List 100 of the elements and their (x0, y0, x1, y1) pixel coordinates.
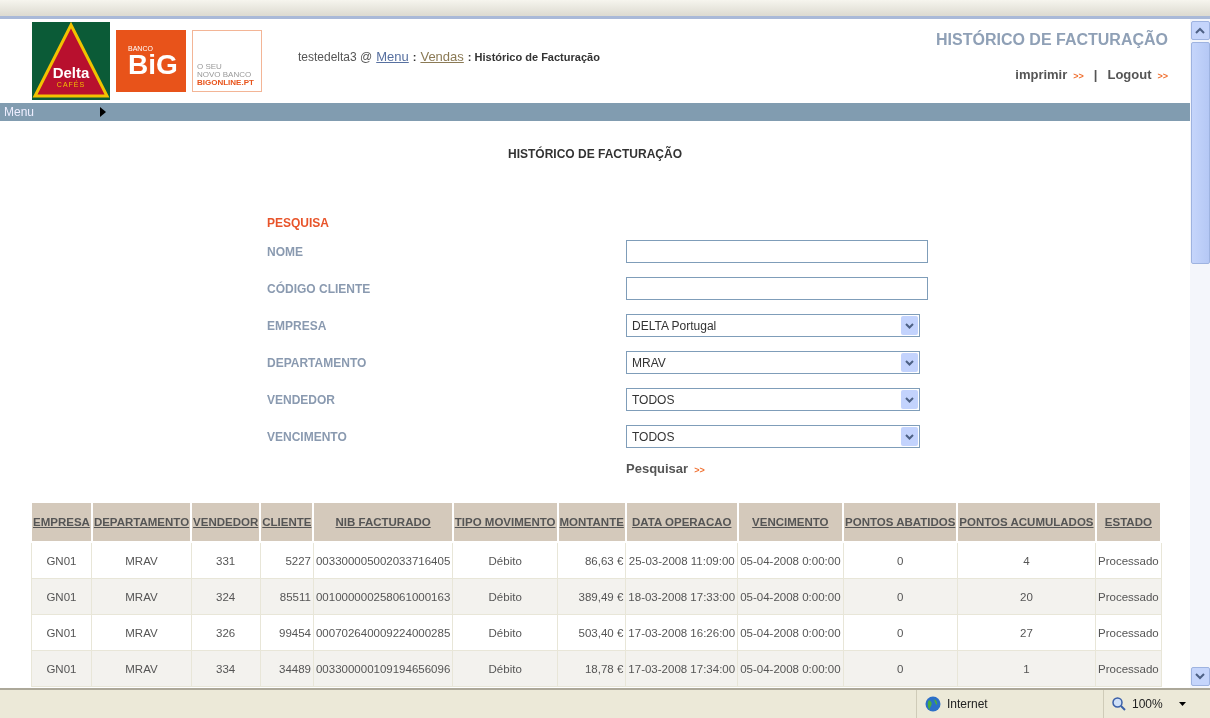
table-cell: 000702640009224000285 (313, 614, 453, 651)
table-cell: 503,40 € (557, 614, 626, 651)
section-title: PESQUISA (267, 215, 330, 232)
select-field[interactable]: MRAV (626, 351, 920, 374)
table-cell: 324 (191, 578, 261, 615)
table-cell: 4 (957, 542, 1096, 579)
table-cell: MRAV (91, 542, 192, 579)
table-cell: 25-03-2008 11:09:00 (625, 542, 738, 579)
table-cell: 05-04-2008 0:00:00 (737, 650, 844, 687)
column-header[interactable]: PONTOS ABATIDOS (843, 502, 958, 542)
table-cell: 326 (191, 614, 261, 651)
table-cell: 334 (191, 650, 261, 687)
table-cell: 0 (843, 614, 958, 651)
breadcrumb-separator: : (412, 50, 417, 63)
caret-icon[interactable] (1178, 702, 1186, 706)
table-cell: Processado (1095, 614, 1162, 651)
table-cell: 20 (957, 578, 1096, 615)
table-cell: 5227 (260, 542, 314, 579)
table-cell: GN01 (31, 650, 92, 687)
scroll-up-icon[interactable] (1195, 27, 1205, 34)
zoom-icon[interactable] (1112, 697, 1126, 711)
text-field[interactable] (626, 240, 928, 263)
table-cell: 001000000258061000163 (313, 578, 453, 615)
search-link[interactable]: Pesquisar >> (626, 460, 705, 476)
table-cell: 1 (957, 650, 1096, 687)
table-cell: 17-03-2008 16:26:00 (625, 614, 738, 651)
column-header[interactable]: PONTOS ACUMULADOS (957, 502, 1096, 542)
table-cell: Débito (452, 578, 558, 615)
table-cell: 05-04-2008 0:00:00 (737, 578, 844, 615)
table-cell: Processado (1095, 542, 1162, 579)
column-header[interactable]: DATA OPERACAO (625, 502, 738, 542)
table-cell: 85511 (260, 578, 314, 615)
table-cell: Processado (1095, 578, 1162, 615)
select-field[interactable]: TODOS (626, 425, 920, 448)
table-cell: Débito (452, 614, 558, 651)
table-cell: 17-03-2008 17:34:00 (625, 650, 738, 687)
text-field[interactable] (626, 277, 928, 300)
scrollbar[interactable] (1190, 19, 1210, 688)
column-header[interactable]: EMPRESA (31, 502, 92, 542)
table-cell: GN01 (31, 542, 92, 579)
column-header[interactable]: DEPARTAMENTO (91, 502, 192, 542)
header-link[interactable]: imprimir >> (1015, 67, 1084, 82)
table-cell: 18,78 € (557, 650, 626, 687)
table-cell: 0 (843, 578, 958, 615)
dropdown-icon[interactable] (905, 433, 914, 440)
zoom-level[interactable]: 100% (1132, 697, 1163, 711)
table-cell: MRAV (91, 578, 192, 615)
page-title: HISTÓRICO DE FACTURAÇÃO (507, 147, 683, 161)
dropdown-icon[interactable] (905, 322, 914, 329)
field-label: CÓDIGO CLIENTE (267, 280, 372, 298)
table-cell: MRAV (91, 614, 192, 651)
scroll-thumb[interactable] (1190, 42, 1210, 264)
field-label: VENCIMENTO (267, 428, 348, 446)
field-label: DEPARTAMENTO (267, 354, 368, 372)
table-cell: Processado (1095, 650, 1162, 687)
select-field[interactable]: TODOS (626, 388, 920, 411)
table-cell: 331 (191, 542, 261, 579)
table-cell: 003300000109194656096 (313, 650, 453, 687)
field-label: NOME (267, 243, 304, 261)
table-cell: 34489 (260, 650, 314, 687)
column-header[interactable]: VENDEDOR (191, 502, 261, 542)
header-title: HISTÓRICO DE FACTURAÇÃO (936, 31, 1168, 49)
dropdown-icon[interactable] (905, 359, 914, 366)
column-header[interactable]: VENCIMENTO (737, 502, 844, 542)
expand-icon[interactable] (100, 107, 106, 117)
column-header[interactable]: TIPO MOVIMENTO (452, 502, 558, 542)
globe-icon (925, 696, 941, 712)
table-cell: 003300005002033716405 (313, 542, 453, 579)
field-label: EMPRESA (267, 317, 328, 335)
dropdown-icon[interactable] (905, 396, 914, 403)
table-cell: 0 (843, 542, 958, 579)
bank-banner: O SEU NOVO BANCO BIGONLINE.PT (192, 30, 262, 92)
username: testedelta3 @ (298, 49, 373, 64)
header-link[interactable]: Logout >> (1107, 67, 1168, 82)
table-cell: Débito (452, 542, 558, 579)
column-header[interactable]: MONTANTE (557, 502, 626, 542)
table-cell: GN01 (31, 578, 92, 615)
table-cell: GN01 (31, 614, 92, 651)
security-zone: Internet (947, 697, 988, 711)
scroll-down-icon[interactable] (1195, 673, 1205, 680)
select-field[interactable]: DELTA Portugal (626, 314, 920, 337)
menu-label[interactable]: Menu (4, 105, 100, 119)
table-cell: 05-04-2008 0:00:00 (737, 614, 844, 651)
breadcrumb-current: : Histórico de Facturação (467, 50, 600, 63)
link-divider: | (1093, 67, 1098, 82)
table-cell: 18-03-2008 17:33:00 (625, 578, 738, 615)
field-label: VENDEDOR (267, 391, 336, 409)
breadcrumb-link[interactable]: Vendas (420, 48, 464, 64)
table-cell: 389,49 € (557, 578, 626, 615)
column-header[interactable]: ESTADO (1095, 502, 1162, 542)
table-cell: 99454 (260, 614, 314, 651)
column-header[interactable]: CLIENTE (260, 502, 314, 542)
table-cell: Débito (452, 650, 558, 687)
table-cell: MRAV (91, 650, 192, 687)
breadcrumb-link[interactable]: Menu (376, 48, 409, 64)
column-header[interactable]: NIB FACTURADO (313, 502, 453, 542)
table-cell: 86,63 € (557, 542, 626, 579)
table-cell: 0 (843, 650, 958, 687)
table-cell: 05-04-2008 0:00:00 (737, 542, 844, 579)
table-cell: 27 (957, 614, 1096, 651)
